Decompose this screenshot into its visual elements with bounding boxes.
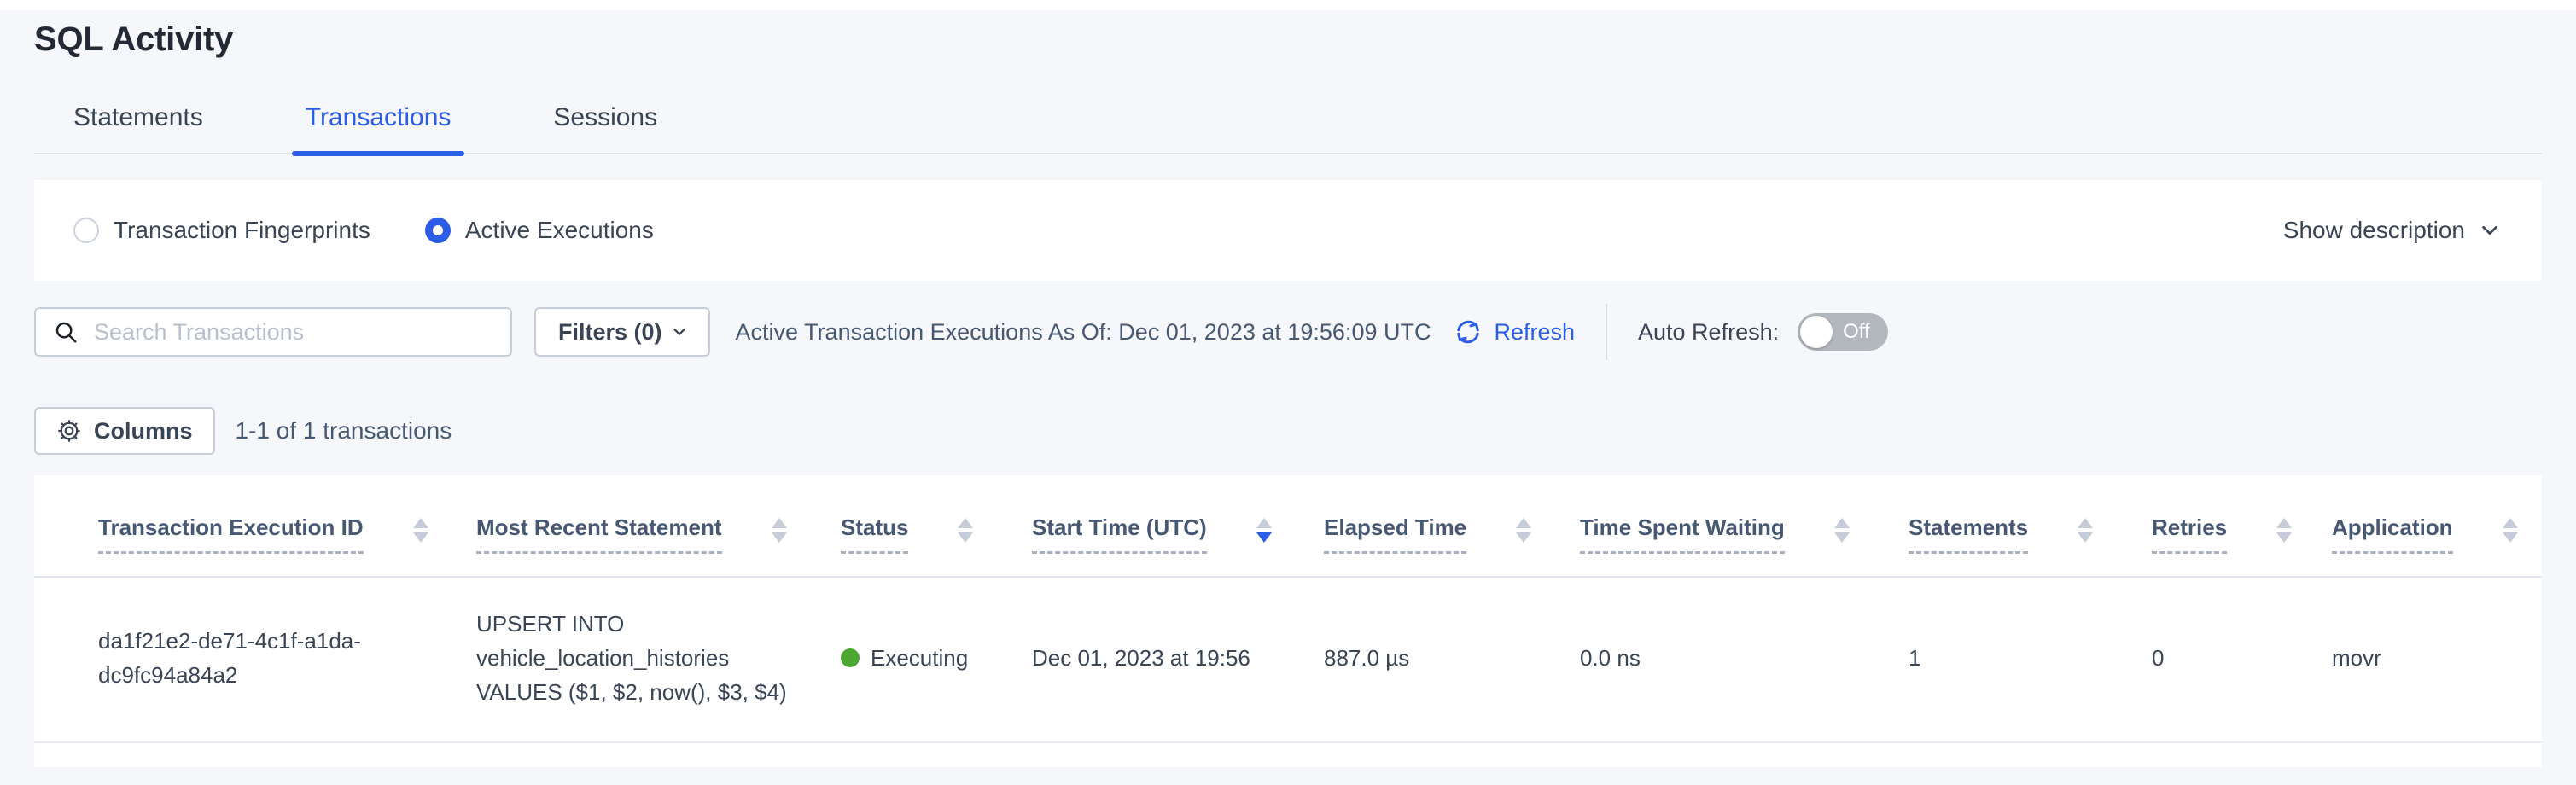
page-header: SQL Activity Statements Transactions Ses… xyxy=(0,10,2576,154)
radio-label: Transaction Fingerprints xyxy=(114,217,370,244)
toggle-state-label: Off xyxy=(1843,320,1870,344)
search-icon xyxy=(53,319,79,345)
column-header-transaction-execution-id[interactable]: Transaction Execution ID xyxy=(98,515,428,554)
gear-icon xyxy=(56,418,82,444)
cell-elapsed-time: 887.0 µs xyxy=(1324,577,1580,742)
transactions-table: Transaction Execution ID Most Recent Sta… xyxy=(34,475,2542,743)
radio-active-executions[interactable]: Active Executions xyxy=(425,217,654,244)
column-header-elapsed-time[interactable]: Elapsed Time xyxy=(1324,515,1531,554)
column-header-most-recent-statement[interactable]: Most Recent Statement xyxy=(476,515,787,554)
status-label: Executing xyxy=(871,641,968,675)
tab-transactions[interactable]: Transactions xyxy=(292,103,465,153)
chevron-down-icon xyxy=(2480,221,2499,240)
result-count: 1-1 of 1 transactions xyxy=(236,417,452,445)
cell-status: Executing xyxy=(841,577,1032,742)
column-header-retries[interactable]: Retries xyxy=(2152,515,2292,554)
auto-refresh-control: Auto Refresh: Off xyxy=(1638,313,1888,351)
table-header-row: Transaction Execution ID Most Recent Sta… xyxy=(34,475,2542,577)
column-header-statements[interactable]: Statements xyxy=(1909,515,2093,554)
refresh-label: Refresh xyxy=(1494,319,1575,346)
refresh-button[interactable]: Refresh xyxy=(1453,317,1575,347)
radio-circle-selected[interactable] xyxy=(425,218,451,243)
cell-time-spent-waiting: 0.0 ns xyxy=(1580,577,1909,742)
column-header-start-time[interactable]: Start Time (UTC) xyxy=(1032,515,1272,554)
vertical-divider xyxy=(1606,304,1607,360)
controls-row: Filters (0) Active Transaction Execution… xyxy=(34,306,2542,358)
chevron-down-icon xyxy=(673,325,686,339)
column-header-application[interactable]: Application xyxy=(2332,515,2518,554)
search-box[interactable] xyxy=(34,307,512,357)
transactions-table-card: Transaction Execution ID Most Recent Sta… xyxy=(34,475,2542,767)
auto-refresh-label: Auto Refresh: xyxy=(1638,319,1779,346)
top-strip xyxy=(0,0,2576,10)
auto-refresh-toggle[interactable]: Off xyxy=(1798,313,1888,351)
table-row: da1f21e2-de71-4c1f-a1da-dc9fc94a84a2 UPS… xyxy=(34,577,2542,742)
radio-transaction-fingerprints[interactable]: Transaction Fingerprints xyxy=(73,217,370,244)
radio-circle-unselected[interactable] xyxy=(73,218,99,243)
as-of-text: Active Transaction Executions As Of: Dec… xyxy=(736,319,1431,346)
column-header-status[interactable]: Status xyxy=(841,515,973,554)
sort-icon xyxy=(2078,518,2093,543)
radio-label: Active Executions xyxy=(465,217,654,244)
view-mode-radio-group: Transaction Fingerprints Active Executio… xyxy=(73,217,708,244)
cell-most-recent-statement: UPSERT INTO vehicle_location_histories V… xyxy=(476,577,841,742)
filters-button-label: Filters (0) xyxy=(558,319,662,346)
cell-statements: 1 xyxy=(1909,577,2152,742)
sort-icon xyxy=(1834,518,1850,543)
status-executing-dot-icon xyxy=(841,648,860,667)
tab-sessions[interactable]: Sessions xyxy=(539,103,671,153)
cell-transaction-execution-id: da1f21e2-de71-4c1f-a1da-dc9fc94a84a2 xyxy=(34,577,476,742)
show-description-label: Show description xyxy=(2283,217,2465,244)
view-options-card: Transaction Fingerprints Active Executio… xyxy=(34,180,2542,281)
search-input[interactable] xyxy=(94,319,493,346)
sort-icon xyxy=(772,518,787,543)
toggle-knob xyxy=(1800,316,1833,348)
column-header-time-spent-waiting[interactable]: Time Spent Waiting xyxy=(1580,515,1850,554)
sort-icon-active-desc xyxy=(1256,518,1272,543)
columns-button[interactable]: Columns xyxy=(34,407,215,455)
refresh-icon xyxy=(1453,317,1483,347)
page-title: SQL Activity xyxy=(34,20,2542,59)
sort-icon xyxy=(958,518,973,543)
cell-application: movr xyxy=(2332,577,2542,742)
tab-statements[interactable]: Statements xyxy=(60,103,217,153)
sort-icon xyxy=(1516,518,1531,543)
columns-button-label: Columns xyxy=(94,418,193,445)
cell-start-time: Dec 01, 2023 at 19:56 xyxy=(1032,577,1324,742)
cell-retries: 0 xyxy=(2152,577,2332,742)
sort-icon xyxy=(2503,518,2518,543)
sort-icon xyxy=(2276,518,2292,543)
sort-icon xyxy=(413,518,428,543)
show-description-button[interactable]: Show description xyxy=(2283,217,2499,244)
filters-button[interactable]: Filters (0) xyxy=(534,307,710,357)
table-toolbar: Columns 1-1 of 1 transactions xyxy=(34,407,2542,455)
tab-bar: Statements Transactions Sessions xyxy=(34,103,2542,154)
